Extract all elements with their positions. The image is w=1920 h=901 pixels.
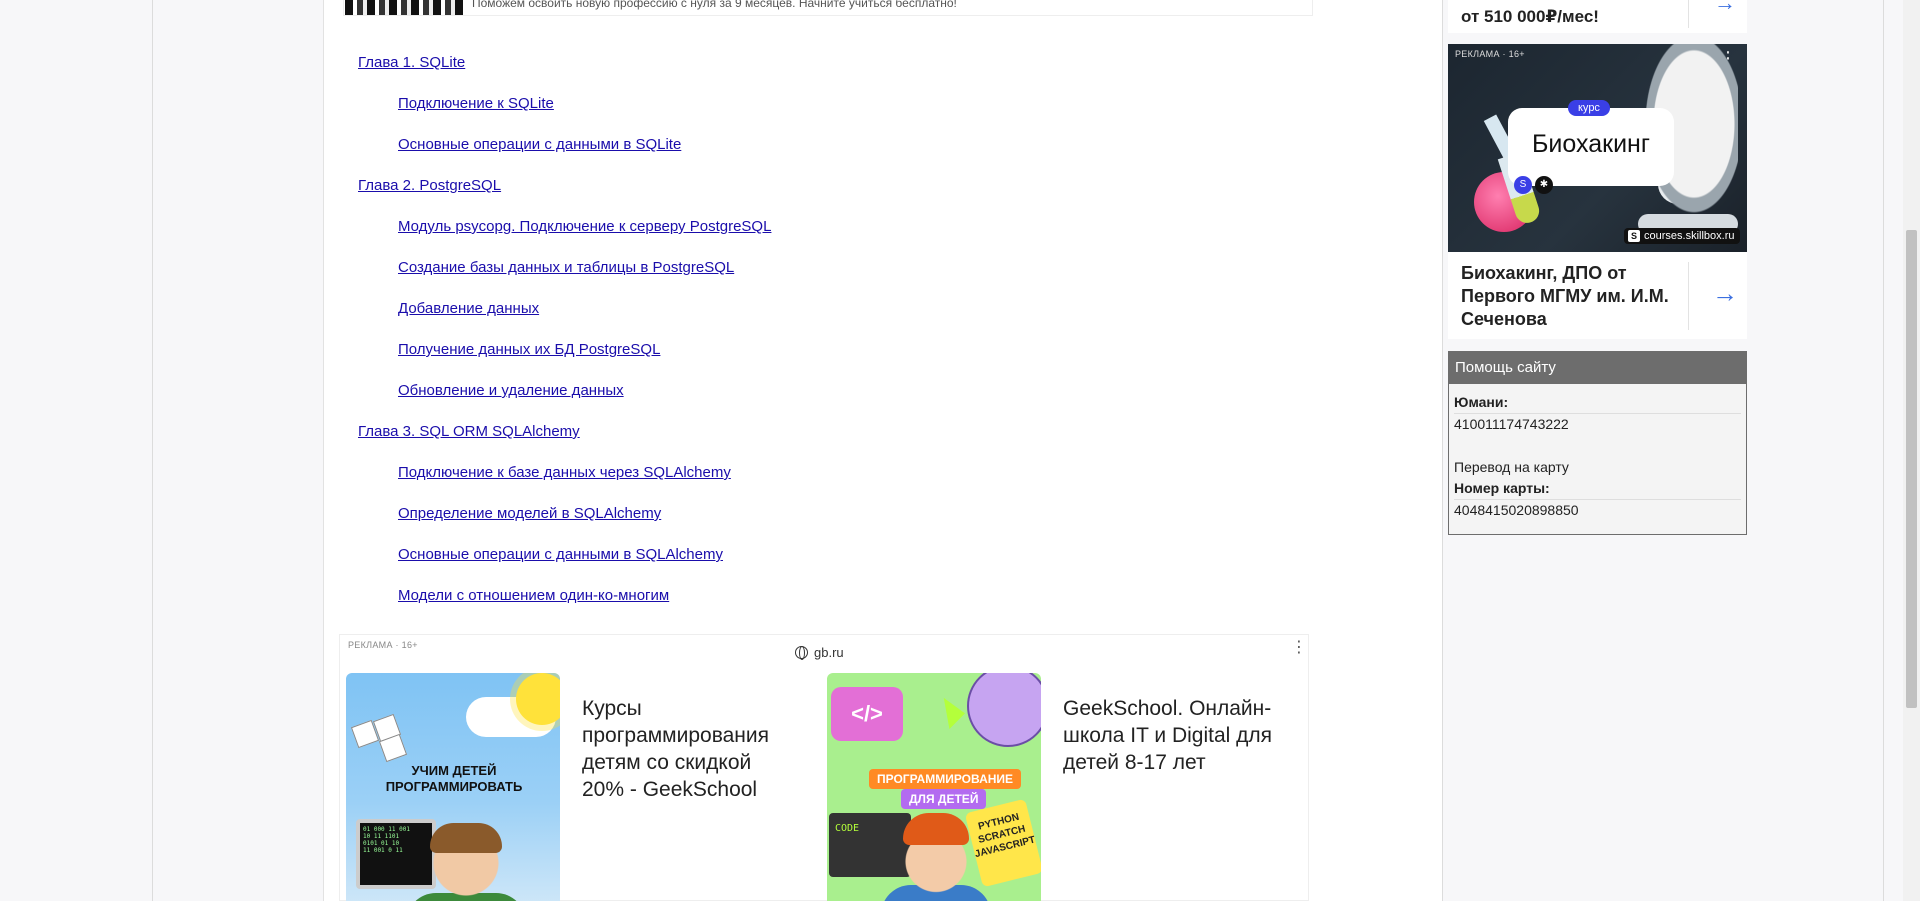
tiles-shape [350,713,414,763]
ad-label: РЕКЛАМА · 16+ [1455,49,1525,59]
toc-chapter-2-link[interactable]: Глава 2. PostgreSQL [358,177,501,194]
globe-icon [795,646,808,660]
vertical-scrollbar[interactable] [1903,0,1920,901]
ad-card-2-image[interactable]: </> ПРОГРАММИРОВАНИЕ ДЛЯ ДЕТЕЙ CODE PYTH… [827,673,1041,901]
divider [1688,262,1689,330]
brand-dots: S ✱ [1514,176,1553,194]
toc-item-link[interactable]: Подключение к SQLite [398,95,554,112]
sidebar-ad-image[interactable]: РЕКЛАМА · 16+ ⋮ курс Биохакинг S ✱ S cou… [1448,44,1747,252]
toc-item-link[interactable]: Создание базы данных и таблицы в Postgre… [398,259,734,276]
skillbox-logo-icon: S [1628,230,1640,242]
sidebar-ad-skillbox[interactable]: РЕКЛАМА · 16+ ⋮ курс Биохакинг S ✱ S cou… [1448,44,1747,339]
arrow-right-icon[interactable]: → [1712,278,1738,309]
ad-domain-text: gb.ru [814,645,844,660]
child-illustration-hair [903,813,969,845]
toc-item-link[interactable]: Обновление и удаление данных [398,382,624,399]
toc-chapter-1-link[interactable]: Глава 1. SQLite [358,54,465,71]
yoomoney-label: Юмани: [1454,394,1509,410]
card-number-label: Номер карты: [1454,480,1550,496]
ad-card-2-title[interactable]: GeekSchool. Онлайн-школа IT и Digital дл… [1063,695,1293,776]
top-ad-banner[interactable]: Поможем освоить новую профессию с нуля з… [343,0,1313,16]
toc-item-link[interactable]: Подключение к базе данных через SQLAlche… [398,464,731,481]
arrow-right-icon[interactable]: → [1714,0,1736,16]
ad-card-2-image-text-1: ПРОГРАММИРОВАНИЕ [869,769,1022,789]
toc-item-link[interactable]: Модели с отношением один-ко-многим [398,587,669,604]
planet-shape [967,673,1041,747]
ad-block-geekschool[interactable]: РЕКЛАМА · 16+ gb.ru ⋮ УЧИМ ДЕТЕЙ ПРОГРАМ… [339,634,1309,901]
toc-item-link[interactable]: Определение моделей в SQLAlchemy [398,505,661,522]
toc-item-link[interactable]: Модуль psycopg. Подключение к серверу Po… [398,218,771,235]
course-chip: курс [1568,100,1610,116]
sidebar-ad-domain: S courses.skillbox.ru [1624,228,1741,244]
sun-shape [516,673,560,725]
child-illustration-hair [430,823,502,853]
transfer-text: Перевод на карту [1454,459,1569,475]
sidebar-divider [1442,0,1443,901]
ad-card-1-image-text: УЧИМ ДЕТЕЙ ПРОГРАММИРОВАТЬ [385,763,523,794]
toc-item-link[interactable]: Основные операции с данными в SQLAlchemy [398,546,723,563]
yoomoney-value: 410011174743222 [1454,413,1741,435]
help-site-body: Юмани: 410011174743222 Перевод на карту … [1449,384,1746,521]
divider [1688,0,1689,28]
ad-domain[interactable]: gb.ru [795,645,844,660]
toc-item-link[interactable]: Получение данных их БД PostgreSQL [398,341,660,358]
code-bubble-icon: </> [831,687,903,741]
sidebar-ad-title[interactable]: Биохакинг, ДПО от Первого МГМУ им. И.М. … [1461,262,1681,331]
top-ad-text: Поможем освоить новую профессию с нуля з… [472,0,957,10]
card-number-value: 4048415020898850 [1454,499,1741,521]
sidebar-top-ad-text: от 510 000₽/мес! [1461,7,1599,26]
toc-chapter-3-link[interactable]: Глава 3. SQL ORM SQLAlchemy [358,423,580,440]
sidebar-ad-domain-text: courses.skillbox.ru [1644,230,1735,242]
ad-label: РЕКЛАМА · 16+ [348,640,418,650]
scrollbar-thumb[interactable] [1906,230,1917,708]
skillbox-logo-icon: S [1514,176,1532,194]
ad-card-2-image-text-2: ДЛЯ ДЕТЕЙ [901,789,987,809]
sidebar-top-ad-card[interactable]: от 510 000₽/мес! → [1448,0,1747,33]
top-ad-thumbnail [345,0,465,15]
ad-card-1-image[interactable]: УЧИМ ДЕТЕЙ ПРОГРАММИРОВАТЬ 01 000 11 001… [346,673,560,901]
course-card-title: Биохакинг [1532,130,1650,158]
help-site-heading: Помощь сайту [1449,352,1746,384]
ad-card-1-title[interactable]: Курсы программирования детям со скидкой … [582,695,792,803]
partner-logo-icon: ✱ [1535,176,1553,194]
sidebar-ad-course-card: курс Биохакинг [1508,100,1674,186]
help-site-widget: Помощь сайту Юмани: 410011174743222 Пере… [1448,351,1747,535]
cursor-arrow-icon [931,695,965,729]
kebab-menu-icon[interactable]: ⋮ [1291,640,1307,656]
toc-item-link[interactable]: Основные операции с данными в SQLite [398,136,681,153]
toc-item-link[interactable]: Добавление данных [398,300,539,317]
